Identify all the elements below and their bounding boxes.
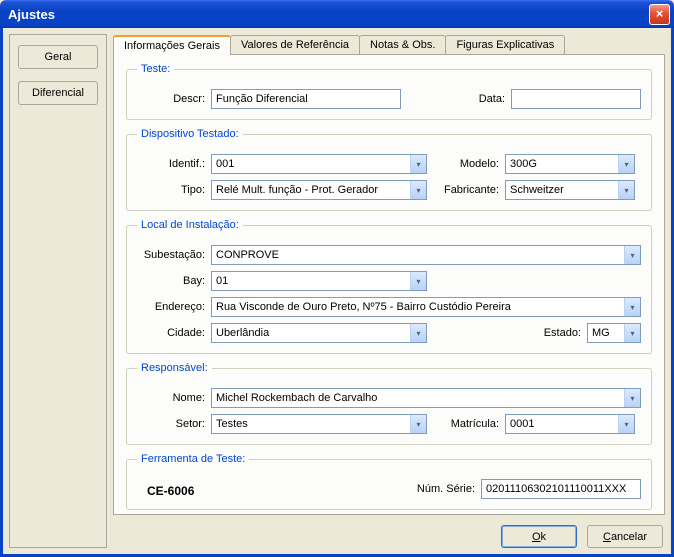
subestacao-value: CONPROVE xyxy=(212,249,624,261)
nav-diferencial-button[interactable]: Diferencial xyxy=(18,81,98,105)
identif-label: Identif.: xyxy=(137,158,205,170)
estado-label: Estado: xyxy=(531,327,581,339)
window-title: Ajustes xyxy=(8,7,649,22)
modelo-label: Modelo: xyxy=(433,158,499,170)
title-bar: Ajustes × xyxy=(0,0,674,28)
group-teste-legend: Teste: xyxy=(137,63,174,75)
tipo-label: Tipo: xyxy=(137,184,205,196)
data-label: Data: xyxy=(427,93,505,105)
chevron-down-icon: ▾ xyxy=(624,389,640,407)
chevron-down-icon: ▾ xyxy=(618,181,634,199)
chevron-down-icon: ▾ xyxy=(618,155,634,173)
group-dispositivo: Dispositivo Testado: Identif.: 001 ▾ Mod… xyxy=(126,128,652,211)
tab-page: Teste: Descr: Data: Dispositivo Testado:… xyxy=(113,54,665,515)
nome-value: Michel Rockembach de Carvalho xyxy=(212,392,624,404)
setor-label: Setor: xyxy=(137,418,205,430)
group-responsavel: Responsável: Nome: Michel Rockembach de … xyxy=(126,362,652,445)
descr-label: Descr: xyxy=(137,93,205,105)
nav-geral-button[interactable]: Geral xyxy=(18,45,98,69)
client-area: Geral Diferencial Informações Gerais Val… xyxy=(0,28,674,557)
group-local: Local de Instalação: Subestação: CONPROV… xyxy=(126,219,652,354)
group-dispositivo-legend: Dispositivo Testado: xyxy=(137,128,243,140)
endereco-label: Endereço: xyxy=(137,301,205,313)
identif-value: 001 xyxy=(212,158,410,170)
endereco-value: Rua Visconde de Ouro Preto, Nº75 - Bairr… xyxy=(212,301,624,313)
fabricante-label: Fabricante: xyxy=(433,184,499,196)
tipo-value: Relé Mult. função - Prot. Gerador xyxy=(212,184,410,196)
nome-combo[interactable]: Michel Rockembach de Carvalho ▾ xyxy=(211,388,641,408)
modelo-value: 300G xyxy=(506,158,618,170)
nome-label: Nome: xyxy=(137,392,205,404)
fabricante-combo[interactable]: Schweitzer ▾ xyxy=(505,180,635,200)
tool-name: CE-6006 xyxy=(147,484,194,498)
numserie-input[interactable] xyxy=(481,479,641,499)
fabricante-value: Schweitzer xyxy=(506,184,618,196)
group-teste: Teste: Descr: Data: xyxy=(126,63,652,120)
dialog-button-bar: Ok Cancelar xyxy=(113,515,665,548)
chevron-down-icon: ▾ xyxy=(410,272,426,290)
data-input[interactable] xyxy=(511,89,641,109)
bay-label: Bay: xyxy=(137,275,205,287)
chevron-down-icon: ▾ xyxy=(624,298,640,316)
tab-notas-obs[interactable]: Notas & Obs. xyxy=(359,35,446,55)
subestacao-label: Subestação: xyxy=(137,249,205,261)
identif-combo[interactable]: 001 ▾ xyxy=(211,154,427,174)
estado-combo[interactable]: MG ▾ xyxy=(587,323,641,343)
ok-button[interactable]: Ok xyxy=(501,525,577,548)
group-responsavel-legend: Responsável: xyxy=(137,362,212,374)
group-ferramenta-legend: Ferramenta de Teste: xyxy=(137,453,249,465)
tipo-combo[interactable]: Relé Mult. função - Prot. Gerador ▾ xyxy=(211,180,427,200)
cancel-button[interactable]: Cancelar xyxy=(587,525,663,548)
tab-valores-referencia[interactable]: Valores de Referência xyxy=(230,35,360,55)
cidade-value: Uberlândia xyxy=(212,327,410,339)
descr-input[interactable] xyxy=(211,89,401,109)
setor-value: Testes xyxy=(212,418,410,430)
chevron-down-icon: ▾ xyxy=(410,324,426,342)
tab-informacoes-gerais[interactable]: Informações Gerais xyxy=(113,35,231,55)
chevron-down-icon: ▾ xyxy=(410,415,426,433)
side-nav: Geral Diferencial xyxy=(9,34,107,548)
setor-combo[interactable]: Testes ▾ xyxy=(211,414,427,434)
group-ferramenta: Ferramenta de Teste: CE-6006 Núm. Série: xyxy=(126,453,652,510)
bay-value: 01 xyxy=(212,275,410,287)
chevron-down-icon: ▾ xyxy=(410,181,426,199)
cidade-label: Cidade: xyxy=(137,327,205,339)
endereco-combo[interactable]: Rua Visconde de Ouro Preto, Nº75 - Bairr… xyxy=(211,297,641,317)
close-icon[interactable]: × xyxy=(649,4,670,25)
chevron-down-icon: ▾ xyxy=(624,324,640,342)
chevron-down-icon: ▾ xyxy=(624,246,640,264)
numserie-label: Núm. Série: xyxy=(405,483,475,495)
tab-figuras-explicativas[interactable]: Figuras Explicativas xyxy=(445,35,565,55)
main-panel: Informações Gerais Valores de Referência… xyxy=(113,34,665,548)
tab-strip: Informações Gerais Valores de Referência… xyxy=(113,35,665,55)
matricula-label: Matrícula: xyxy=(433,418,499,430)
cidade-combo[interactable]: Uberlândia ▾ xyxy=(211,323,427,343)
group-local-legend: Local de Instalação: xyxy=(137,219,243,231)
chevron-down-icon: ▾ xyxy=(618,415,634,433)
estado-value: MG xyxy=(588,327,624,339)
modelo-combo[interactable]: 300G ▾ xyxy=(505,154,635,174)
matricula-value: 0001 xyxy=(506,418,618,430)
subestacao-combo[interactable]: CONPROVE ▾ xyxy=(211,245,641,265)
bay-combo[interactable]: 01 ▾ xyxy=(211,271,427,291)
chevron-down-icon: ▾ xyxy=(410,155,426,173)
matricula-combo[interactable]: 0001 ▾ xyxy=(505,414,635,434)
